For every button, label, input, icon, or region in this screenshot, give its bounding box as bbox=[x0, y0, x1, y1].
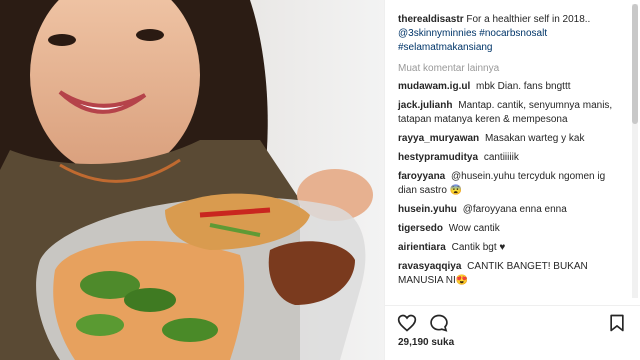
author-username[interactable]: therealdisastr bbox=[398, 14, 464, 25]
comment-username[interactable]: ravasyaqqiya bbox=[398, 261, 461, 272]
comment-username[interactable]: tigersedo bbox=[398, 223, 443, 234]
comment-username[interactable]: jack.julianh bbox=[398, 100, 452, 111]
photo-illustration bbox=[0, 0, 384, 360]
comment-text: Cantik bgt ♥ bbox=[451, 242, 506, 253]
comment-item: ravasyaqqiya CANTIK BANGET! BUKAN MANUSI… bbox=[398, 260, 631, 288]
heart-outline-icon[interactable] bbox=[397, 313, 417, 333]
comment-item: hestypramuditya cantiiiiik bbox=[398, 151, 631, 165]
comment-text: cantiiiiik bbox=[483, 152, 519, 163]
comments-scrollbar[interactable] bbox=[632, 4, 638, 298]
comment-item: mudawam.ig.ul mbk Dian. fans bngttt bbox=[398, 80, 631, 94]
hashtag-link[interactable]: #selamatmakansiang bbox=[398, 42, 493, 53]
post-photo[interactable] bbox=[0, 0, 384, 360]
likes-count[interactable]: 29,190 suka bbox=[398, 337, 454, 348]
comment-text: Wow cantik bbox=[448, 223, 500, 234]
comment-username[interactable]: husein.yuhu bbox=[398, 204, 457, 215]
comment-item: tigersedo Wow cantik bbox=[398, 222, 631, 236]
comments-panel[interactable]: therealdisastr For a healthier self in 2… bbox=[385, 0, 631, 300]
comment-text: Masakan warteg y kak bbox=[484, 133, 585, 144]
post-sidebar: therealdisastr For a healthier self in 2… bbox=[384, 0, 640, 360]
comment-username[interactable]: faroyyana bbox=[398, 171, 445, 182]
comment-item: jack.julianh Mantap. cantik, senyumnya m… bbox=[398, 99, 631, 127]
comment-item: husein.yuhu @faroyyana enna enna bbox=[398, 203, 631, 217]
hashtag-link[interactable]: @3skinnyminnies bbox=[398, 28, 477, 39]
hashtag-link[interactable]: #nocarbsnosalt bbox=[479, 28, 547, 39]
bookmark-icon[interactable] bbox=[607, 313, 627, 333]
caption-text: For a healthier self in 2018.. bbox=[466, 14, 591, 25]
comment-bubble-icon[interactable] bbox=[429, 313, 449, 333]
comment-text: @faroyyana enna enna bbox=[462, 204, 567, 215]
comment-item: faroyyana @husein.yuhu tercyduk ngomen i… bbox=[398, 170, 631, 198]
comment-text: mbk Dian. fans bngttt bbox=[476, 81, 571, 92]
post-caption: therealdisastr For a healthier self in 2… bbox=[398, 13, 631, 55]
comment-username[interactable]: mudawam.ig.ul bbox=[398, 81, 470, 92]
comment-username[interactable]: rayya_muryawan bbox=[398, 133, 479, 144]
comment-username[interactable]: airientiara bbox=[398, 242, 446, 253]
comment-item: airientiara Cantik bgt ♥ bbox=[398, 241, 631, 255]
comment-username[interactable]: hestypramuditya bbox=[398, 152, 478, 163]
post-actions-bar bbox=[385, 305, 640, 333]
scrollbar-thumb[interactable] bbox=[632, 4, 638, 124]
load-more-comments-link[interactable]: Muat komentar lainnya bbox=[398, 63, 631, 74]
comment-item: rayya_muryawan Masakan warteg y kak bbox=[398, 132, 631, 146]
